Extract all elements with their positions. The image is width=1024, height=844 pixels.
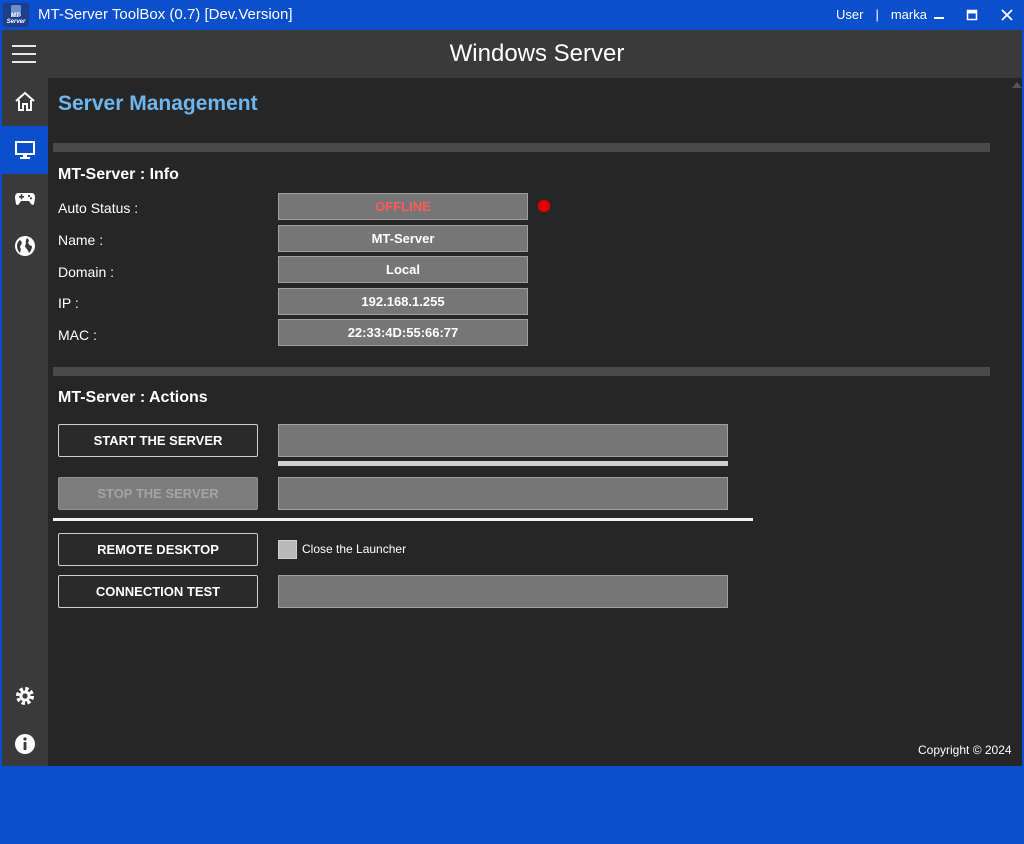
title-bar[interactable]: MT-Server MT-Server ToolBox (0.7) [Dev.V… [0, 0, 1024, 30]
connection-test-button[interactable]: CONNECTION TEST [58, 575, 258, 608]
maximize-button[interactable] [960, 4, 984, 26]
info-icon [15, 734, 35, 754]
sidebar [2, 78, 48, 766]
sidebar-item-about[interactable] [2, 720, 48, 768]
info-divider [53, 143, 990, 152]
auto-status-value: OFFLINE [278, 193, 528, 220]
sidebar-item-network[interactable] [2, 222, 48, 270]
user-label: User [836, 7, 864, 22]
stop-server-button[interactable]: STOP THE SERVER [58, 477, 258, 510]
copyright-text: Copyright © 2024 [918, 743, 1012, 757]
start-output-field [278, 424, 728, 457]
auto-status-label: Auto Status : [58, 200, 139, 216]
user-separator: | [875, 7, 879, 22]
minimize-button[interactable] [927, 4, 951, 26]
globe-icon [15, 236, 35, 256]
monitor-icon [15, 141, 35, 159]
sidebar-item-games[interactable] [2, 174, 48, 222]
mac-label: MAC : [58, 327, 97, 343]
mac-value: 22:33:4D:55:66:77 [278, 319, 528, 346]
main-content: Server Management MT-Server : Info Auto … [48, 78, 1022, 766]
start-server-button[interactable]: START THE SERVER [58, 424, 258, 457]
start-progress-bar [278, 461, 728, 466]
close-icon [1001, 9, 1013, 21]
gamepad-icon [15, 193, 35, 205]
connection-test-output [278, 575, 728, 608]
logo-text: MT-Server [6, 13, 26, 25]
username[interactable]: marka [891, 7, 927, 22]
actions-subsection-title: MT-Server : Actions [58, 389, 208, 406]
actions-divider [53, 367, 990, 376]
ip-value: 192.168.1.255 [278, 288, 528, 315]
sidebar-item-settings[interactable] [2, 672, 48, 720]
remote-desktop-button[interactable]: REMOTE DESKTOP [58, 533, 258, 566]
window-title: MT-Server ToolBox (0.7) [Dev.Version] [38, 6, 293, 23]
info-subsection-title: MT-Server : Info [58, 166, 179, 183]
stop-output-field [278, 477, 728, 510]
section-title: Server Management [58, 92, 258, 115]
header-bar: Windows Server [2, 30, 1022, 78]
name-value: MT-Server [278, 225, 528, 252]
maximize-icon [966, 9, 978, 21]
app-logo: MT-Server [3, 3, 29, 27]
sidebar-item-home[interactable] [2, 78, 48, 126]
status-indicator [538, 200, 550, 212]
minimize-icon [934, 17, 944, 19]
scroll-up-arrow[interactable] [1012, 82, 1022, 88]
page-title: Windows Server [449, 40, 625, 67]
close-launcher-checkbox[interactable] [278, 540, 297, 559]
domain-value: Local [278, 256, 528, 283]
home-icon [15, 91, 35, 111]
domain-label: Domain : [58, 264, 115, 280]
user-area: User | marka [836, 7, 927, 22]
close-launcher-label[interactable]: Close the Launcher [302, 542, 406, 556]
start-progress-fill [278, 461, 728, 466]
close-button[interactable] [995, 4, 1019, 26]
ip-label: IP : [58, 295, 79, 311]
gear-icon [16, 687, 34, 705]
sidebar-item-server[interactable] [2, 126, 48, 174]
name-label: Name : [58, 232, 104, 248]
actions-separator [53, 518, 753, 521]
